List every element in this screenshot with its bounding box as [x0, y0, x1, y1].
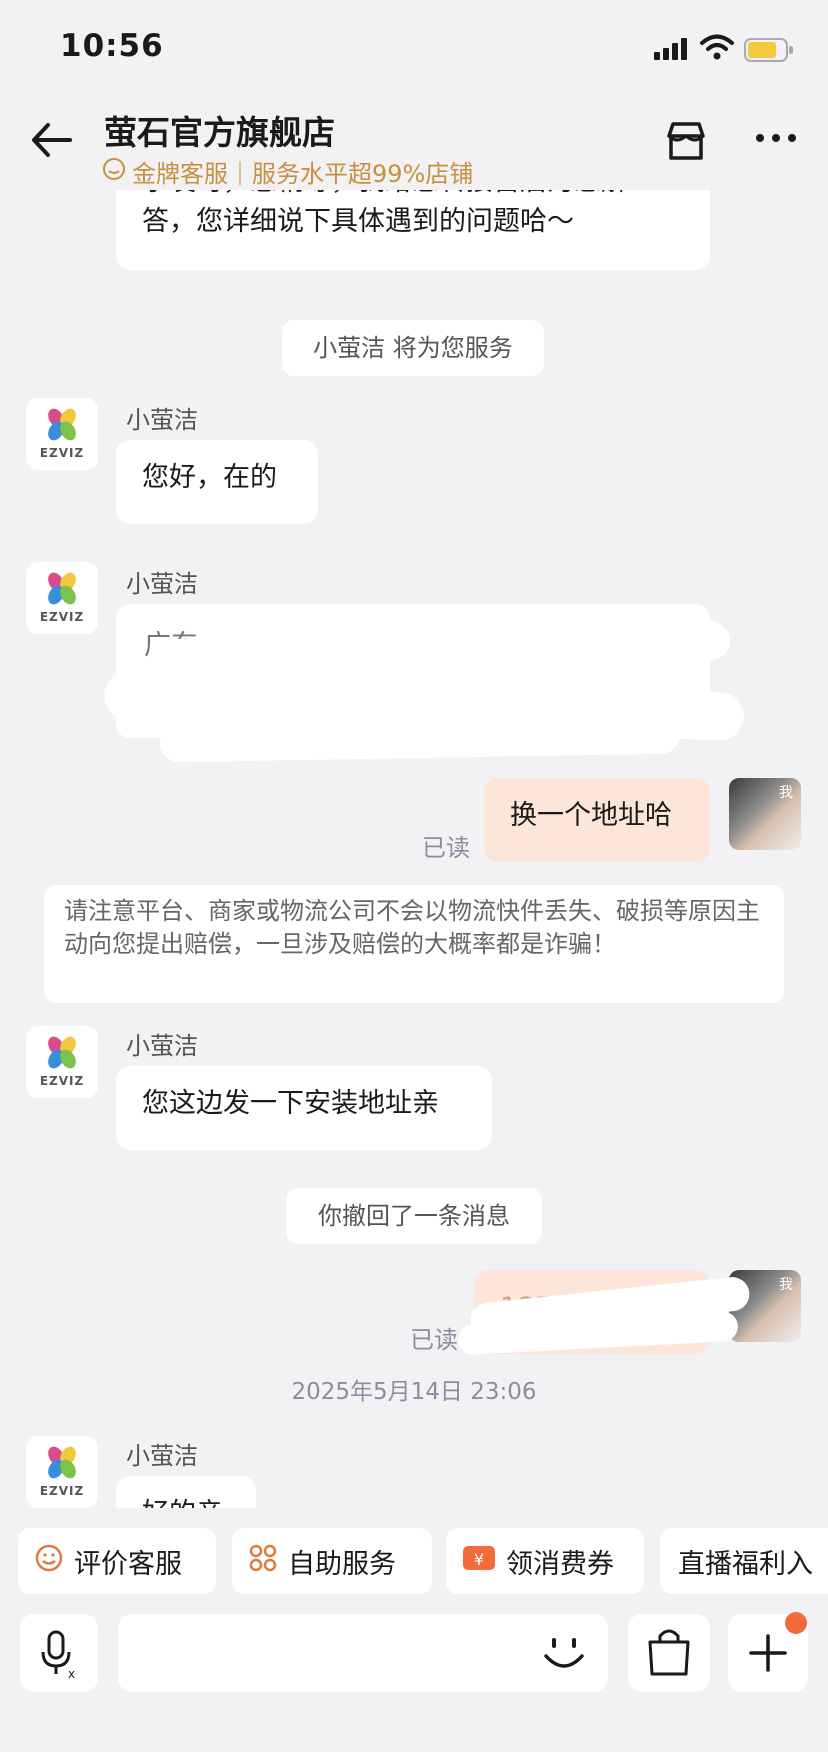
message-input[interactable] — [118, 1614, 608, 1692]
grid-icon — [248, 1543, 278, 1580]
message-text-line2: 答，您详细说下具体遇到的问题哈～ — [142, 206, 574, 237]
me-label: 我 — [779, 785, 793, 801]
read-status: 已读 — [422, 834, 470, 862]
agent-message: 您这边发一下安装地址亲 — [116, 1066, 492, 1150]
subtitle-text: 金牌客服｜服务水平超99%店铺 — [132, 160, 474, 188]
brand-text: EZVIZ — [39, 446, 85, 460]
brand-text: EZVIZ — [39, 610, 85, 624]
quick-action-label: 领消费券 — [506, 1548, 614, 1580]
emoji-button[interactable] — [540, 1632, 588, 1680]
svg-text:¥: ¥ — [474, 1550, 484, 1569]
notification-dot — [785, 1612, 807, 1634]
quick-action-label: 自助服务 — [288, 1548, 396, 1580]
me-label: 我 — [779, 1277, 793, 1293]
agent-message: 您好，在的 — [116, 440, 318, 524]
signal-icon — [654, 38, 690, 64]
my-message: 换一个地址哈 — [484, 778, 710, 862]
agent-name: 小萤洁 — [126, 1442, 198, 1470]
agent-message-partial: 好的亲 — [116, 1476, 256, 1508]
back-arrow-icon[interactable] — [30, 122, 72, 162]
store-subtitle: 金牌客服｜服务水平超99%店铺 — [102, 154, 473, 189]
agent-avatar[interactable]: EZVIZ — [26, 398, 98, 470]
quick-action-self-service[interactable]: 自助服务 — [232, 1528, 432, 1594]
quick-action-coupon[interactable]: ¥ 领消费券 — [446, 1528, 644, 1594]
shopping-bag-icon — [648, 1629, 690, 1676]
brand-text: EZVIZ — [39, 1484, 85, 1498]
more-options-icon[interactable] — [756, 134, 796, 142]
message-timestamp: 2025年5月14日 23:06 — [291, 1379, 537, 1405]
agent-name: 小萤洁 — [126, 570, 198, 598]
my-avatar[interactable]: 我 — [729, 778, 801, 850]
shopping-bag-button[interactable] — [628, 1614, 710, 1692]
fraud-warning: 请注意平台、商家或物流公司不会以物流快件丢失、破损等原因主动向您提出赔偿，一旦涉… — [44, 885, 784, 1003]
brand-text: EZVIZ — [39, 1074, 85, 1088]
message-text: 好的亲 — [142, 1498, 223, 1508]
battery-icon — [744, 38, 794, 66]
ezviz-logo-icon — [48, 572, 76, 605]
agent-name: 小萤洁 — [126, 406, 198, 434]
coupon-icon: ¥ — [462, 1543, 496, 1580]
agent-avatar[interactable]: EZVIZ — [26, 562, 98, 634]
agent-name: 小萤洁 — [126, 1032, 198, 1060]
page-title[interactable]: 萤石官方旗舰店 — [104, 106, 335, 154]
quick-action-live-benefits[interactable]: 直播福利入 — [660, 1528, 828, 1594]
ezviz-logo-icon — [48, 1036, 76, 1069]
agent-avatar[interactable]: EZVIZ — [26, 1436, 98, 1508]
message-text-line1: 求发时，您稍等，我给您转接售后为您解 — [142, 190, 628, 202]
ezviz-logo-icon — [48, 1446, 76, 1479]
read-status: 已读 — [410, 1326, 458, 1354]
chat-area[interactable]: 求发时，您稍等，我给您转接售后为您解 答，您详细说下具体遇到的问题哈～ 小萤洁 … — [0, 190, 828, 1508]
system-notice-service: 小萤洁 将为您服务 — [282, 320, 544, 376]
status-time: 10:56 — [60, 28, 164, 64]
redaction-scribble — [159, 715, 681, 763]
smiley-icon — [544, 1638, 584, 1668]
quick-action-rate-service[interactable]: 评价客服 — [18, 1528, 216, 1594]
wifi-icon — [700, 34, 734, 64]
quick-action-label: 评价客服 — [74, 1548, 182, 1580]
quick-action-label: 直播福利入 — [678, 1548, 813, 1580]
system-notice-recall: 你撤回了一条消息 — [286, 1188, 542, 1244]
smiley-icon — [34, 1543, 64, 1580]
svg-text:x: x — [68, 1667, 75, 1681]
ezviz-logo-icon — [48, 408, 76, 441]
voice-input-button[interactable]: x — [20, 1614, 98, 1692]
smiley-badge-icon — [102, 157, 126, 187]
microphone-icon: x — [41, 1630, 75, 1681]
store-icon[interactable] — [664, 120, 708, 168]
agent-message-partial: 求发时，您稍等，我给您转接售后为您解 答，您详细说下具体遇到的问题哈～ — [116, 190, 710, 270]
agent-avatar[interactable]: EZVIZ — [26, 1026, 98, 1098]
